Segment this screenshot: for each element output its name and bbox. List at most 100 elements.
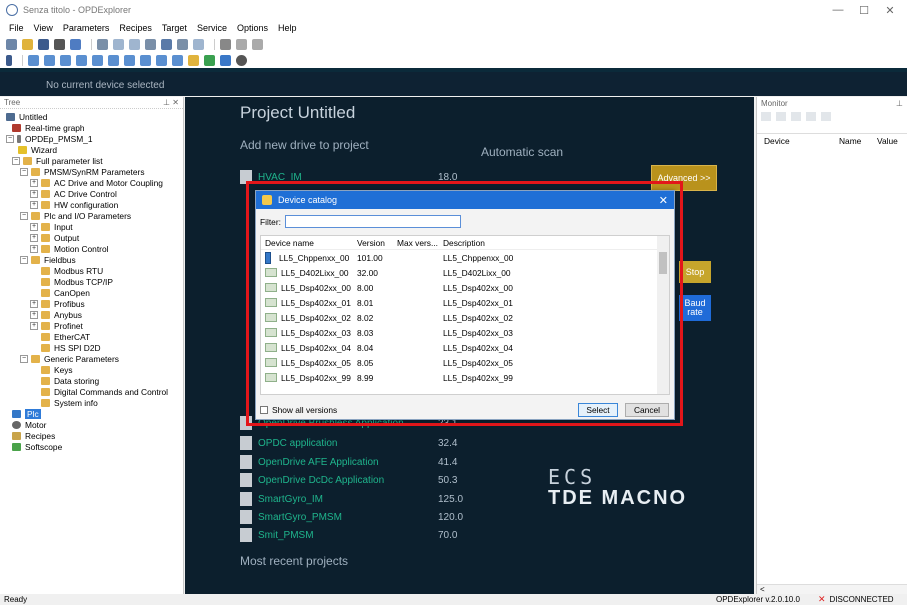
drive-item[interactable]: SmartGyro_IM 125.0 xyxy=(240,492,463,506)
tree-node-profinet[interactable]: + Profinet xyxy=(30,320,83,331)
tree-node-ethercat[interactable]: EtherCAT xyxy=(41,331,90,342)
tree-node-ac-drive-control[interactable]: + AC Drive Control xyxy=(30,188,117,199)
coil-icon[interactable] xyxy=(60,54,71,66)
jump-icon[interactable] xyxy=(76,54,87,66)
tree-node-modbus-rtu[interactable]: Modbus RTU xyxy=(41,265,103,276)
menu-parameters[interactable]: Parameters xyxy=(58,23,115,33)
tree-node-input[interactable]: + Input xyxy=(30,221,73,232)
check-icon[interactable] xyxy=(791,111,801,121)
pin-icon[interactable]: ⊥ xyxy=(896,99,903,108)
drive-item[interactable]: OPDC application 32.4 xyxy=(240,436,457,450)
tree-node-drive[interactable]: − OPDEp_PMSM_1 xyxy=(6,133,93,144)
collapse-icon[interactable]: − xyxy=(20,167,28,176)
tree-node-data-storing[interactable]: Data storing xyxy=(41,375,99,386)
tree-node-digital-commands[interactable]: Digital Commands and Control xyxy=(41,386,168,397)
link-icon[interactable] xyxy=(156,54,167,66)
tree-node-anybus[interactable]: + Anybus xyxy=(30,309,82,320)
cut-icon[interactable] xyxy=(220,38,231,50)
tree-node-wizard[interactable]: Wizard xyxy=(18,144,57,155)
expand-icon[interactable]: + xyxy=(30,233,38,242)
network-icon[interactable] xyxy=(140,54,151,66)
drive-item[interactable]: OpenDrive DcDc Application 50.3 xyxy=(240,473,457,487)
expand-icon[interactable]: + xyxy=(30,244,38,253)
compile-icon[interactable] xyxy=(204,54,215,66)
tree-node-full-parameter-list[interactable]: − Full parameter list xyxy=(12,155,103,166)
menu-file[interactable]: File xyxy=(4,23,29,33)
tree-node-keys[interactable]: Keys xyxy=(41,364,73,375)
column-description[interactable]: Description xyxy=(443,238,643,248)
minimize-button[interactable]: — xyxy=(825,0,851,20)
device-row[interactable]: LL5_Dsp402xx_00 8.00 LL5_Dsp402xx_00 xyxy=(261,280,669,295)
rung-icon[interactable] xyxy=(172,54,183,66)
column-value[interactable]: Value xyxy=(877,136,898,146)
automatic-scan-link[interactable]: Automatic scan xyxy=(481,145,563,159)
select-button[interactable]: Select xyxy=(578,403,618,417)
expand-icon[interactable]: + xyxy=(30,200,38,209)
device-row[interactable]: LL5_Dsp402xx_05 8.05 LL5_Dsp402xx_05 xyxy=(261,355,669,370)
paste-icon[interactable] xyxy=(252,38,263,50)
flash-icon[interactable] xyxy=(188,54,199,66)
window-icon[interactable] xyxy=(177,38,188,50)
tree-node-system-info[interactable]: System info xyxy=(41,397,98,408)
tree-node-recipes[interactable]: Recipes xyxy=(12,430,55,441)
grid-icon[interactable] xyxy=(129,38,140,50)
new-icon[interactable] xyxy=(6,38,17,50)
vertical-scrollbar[interactable] xyxy=(657,236,669,394)
save-icon[interactable] xyxy=(38,38,49,50)
block-icon[interactable] xyxy=(124,54,135,66)
down-arrow-icon[interactable] xyxy=(821,111,831,121)
copy-icon[interactable] xyxy=(236,38,247,50)
collapse-icon[interactable]: − xyxy=(20,211,28,220)
maximize-button[interactable]: ☐ xyxy=(851,0,877,20)
drive-item[interactable]: SmartGyro_PMSM 120.0 xyxy=(240,510,463,524)
pin-close-icon[interactable]: ⊥ ✕ xyxy=(163,98,179,107)
scrollbar-thumb[interactable] xyxy=(659,252,667,274)
tree-node-untitled[interactable]: Untitled xyxy=(6,111,47,122)
help-icon[interactable] xyxy=(70,38,81,50)
baud-rate-button[interactable]: Baud rate xyxy=(679,295,711,321)
panel-icon[interactable] xyxy=(193,38,204,50)
expand-icon[interactable]: + xyxy=(30,189,38,198)
menu-target[interactable]: Target xyxy=(157,23,192,33)
remove-variable-icon[interactable] xyxy=(776,111,786,121)
menu-recipes[interactable]: Recipes xyxy=(114,23,157,33)
tree-node-output[interactable]: + Output xyxy=(30,232,79,243)
tree-node-canopen[interactable]: CanOpen xyxy=(41,287,90,298)
search-icon[interactable] xyxy=(236,54,247,66)
function-icon[interactable] xyxy=(108,54,119,66)
menu-service[interactable]: Service xyxy=(192,23,232,33)
download-icon[interactable] xyxy=(220,54,231,66)
filter-input[interactable] xyxy=(284,215,461,228)
menu-help[interactable]: Help xyxy=(273,23,302,33)
tree-node-profibus[interactable]: + Profibus xyxy=(30,298,85,309)
tree-node-hw-config[interactable]: + HW configuration xyxy=(30,199,118,210)
device-row[interactable]: LL5_Dsp402xx_04 8.04 LL5_Dsp402xx_04 xyxy=(261,340,669,355)
drive-item[interactable]: OpenDrive AFE Application 41.4 xyxy=(240,455,457,469)
cancel-button[interactable]: Cancel xyxy=(625,403,669,417)
show-all-versions-checkbox[interactable] xyxy=(260,406,268,414)
tree-node-fieldbus[interactable]: − Fieldbus xyxy=(20,254,76,265)
column-version[interactable]: Version xyxy=(357,238,397,248)
column-device-name[interactable]: Device name xyxy=(261,238,357,248)
collapse-icon[interactable]: − xyxy=(20,255,28,264)
collapse-icon[interactable]: − xyxy=(20,354,28,363)
tree-node-realtime-graph[interactable]: Real-time graph xyxy=(12,122,85,133)
tree-node-modbus-tcp[interactable]: Modbus TCP/IP xyxy=(41,276,113,287)
scroll-left-arrow[interactable]: < xyxy=(760,585,765,594)
ladder-icon[interactable] xyxy=(28,54,39,66)
tree-node-hs-spi[interactable]: HS SPI D2D xyxy=(41,342,101,353)
drive-item[interactable]: Smit_PMSM 70.0 xyxy=(240,528,457,542)
tree-node-softscope[interactable]: Softscope xyxy=(12,441,62,452)
expand-icon[interactable]: + xyxy=(30,222,38,231)
expand-icon[interactable]: + xyxy=(30,178,38,187)
device-row[interactable]: LL5_Dsp402xx_02 8.02 LL5_Dsp402xx_02 xyxy=(261,310,669,325)
expand-icon[interactable]: + xyxy=(30,321,38,330)
menu-view[interactable]: View xyxy=(29,23,58,33)
column-max-version[interactable]: Max vers... xyxy=(397,238,443,248)
dialog-close-icon[interactable]: ✕ xyxy=(659,194,668,207)
layout-icon[interactable] xyxy=(97,38,108,50)
collapse-icon[interactable]: − xyxy=(12,156,20,165)
tree-node-motion-control[interactable]: + Motion Control xyxy=(30,243,108,254)
device-row[interactable]: LL5_Chppenxx_00 101.00 LL5_Chppenxx_00 xyxy=(261,250,669,265)
monitor-icon[interactable] xyxy=(161,38,172,50)
